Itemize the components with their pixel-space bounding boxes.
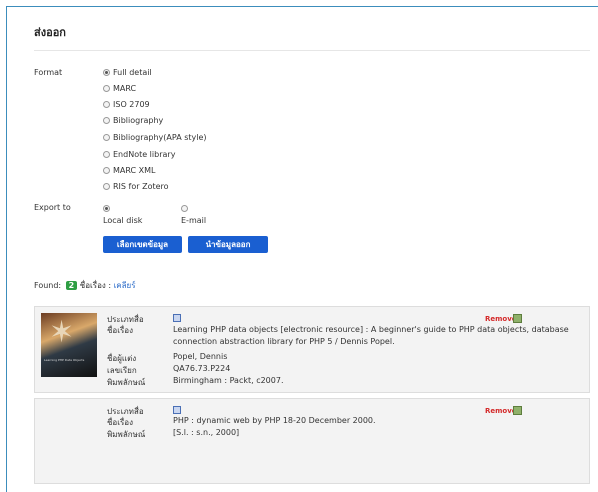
export-radio-email[interactable] <box>181 205 188 212</box>
format-radio-apa[interactable] <box>103 134 110 141</box>
format-radio-endnote[interactable] <box>103 151 110 158</box>
format-option-label: Full detail <box>113 68 152 77</box>
media-type-icon <box>173 406 181 414</box>
remove-button[interactable]: Remove <box>485 315 517 323</box>
found-unit: ชื่อเรื่อง : <box>79 281 112 290</box>
export-option-label: Local disk <box>103 216 143 225</box>
field-value: QA76.73.P224 <box>173 364 231 373</box>
trash-icon[interactable] <box>513 406 522 415</box>
format-radio-ris[interactable] <box>103 183 110 190</box>
record-title-link[interactable]: Learning PHP data objects [electronic re… <box>173 324 573 348</box>
format-option-label: EndNote library <box>113 150 176 159</box>
record-title-link[interactable]: PHP : dynamic web by PHP 18-20 December … <box>173 416 376 425</box>
clear-link[interactable]: เคลียร์ <box>114 281 136 290</box>
field-label: พิมพลักษณ์ <box>107 430 146 439</box>
book-cover-image[interactable]: ✶ Learning PHP Data Objects <box>41 313 97 377</box>
field-value: [S.l. : s.n., 2000] <box>173 428 240 437</box>
field-value: Popel, Dennis <box>173 352 228 361</box>
divider <box>34 50 590 51</box>
format-radio-marc[interactable] <box>103 85 110 92</box>
format-option-label: RIS for Zotero <box>113 182 169 191</box>
select-fields-button[interactable]: เลือกเขตข้อมูล <box>103 236 182 253</box>
found-count-badge: 2 <box>65 281 78 290</box>
media-type-icon <box>173 314 181 322</box>
format-radio-iso2709[interactable] <box>103 101 110 108</box>
export-option-label: E-mail <box>181 216 207 225</box>
field-value: Birmingham : Packt, c2007. <box>173 376 284 385</box>
format-option-label: Bibliography <box>113 116 164 125</box>
format-option-label: Bibliography(APA style) <box>113 133 207 142</box>
found-prefix: Found: <box>34 281 62 290</box>
format-option-label: ISO 2709 <box>113 100 150 109</box>
format-radio-marcxml[interactable] <box>103 167 110 174</box>
remove-button[interactable]: Remove <box>485 407 517 415</box>
starfish-icon: ✶ <box>49 315 75 350</box>
record-card: ประเภทสื่อ ชื่อเรื่อง PHP : dynamic web … <box>34 398 590 484</box>
page-title: ส่งออก <box>34 26 66 39</box>
format-label: Format <box>34 68 63 77</box>
format-radio-full-detail[interactable] <box>103 69 110 76</box>
field-label: ชื่อเรื่อง <box>107 326 133 335</box>
found-summary: Found: 2 ชื่อเรื่อง : เคลียร์ <box>34 279 136 292</box>
export-radio-local-disk[interactable] <box>103 205 110 212</box>
format-option-label: MARC XML <box>113 166 156 175</box>
cover-caption: Learning PHP Data Objects <box>44 358 85 362</box>
trash-icon[interactable] <box>513 314 522 323</box>
format-radio-bibliography[interactable] <box>103 117 110 124</box>
record-card: ✶ Learning PHP Data Objects ประเภทสื่อ ช… <box>34 306 590 393</box>
export-to-label: Export to <box>34 203 71 212</box>
format-option-label: MARC <box>113 84 137 93</box>
field-label: พิมพลักษณ์ <box>107 378 146 387</box>
export-button[interactable]: นำข้อมูลออก <box>188 236 268 253</box>
